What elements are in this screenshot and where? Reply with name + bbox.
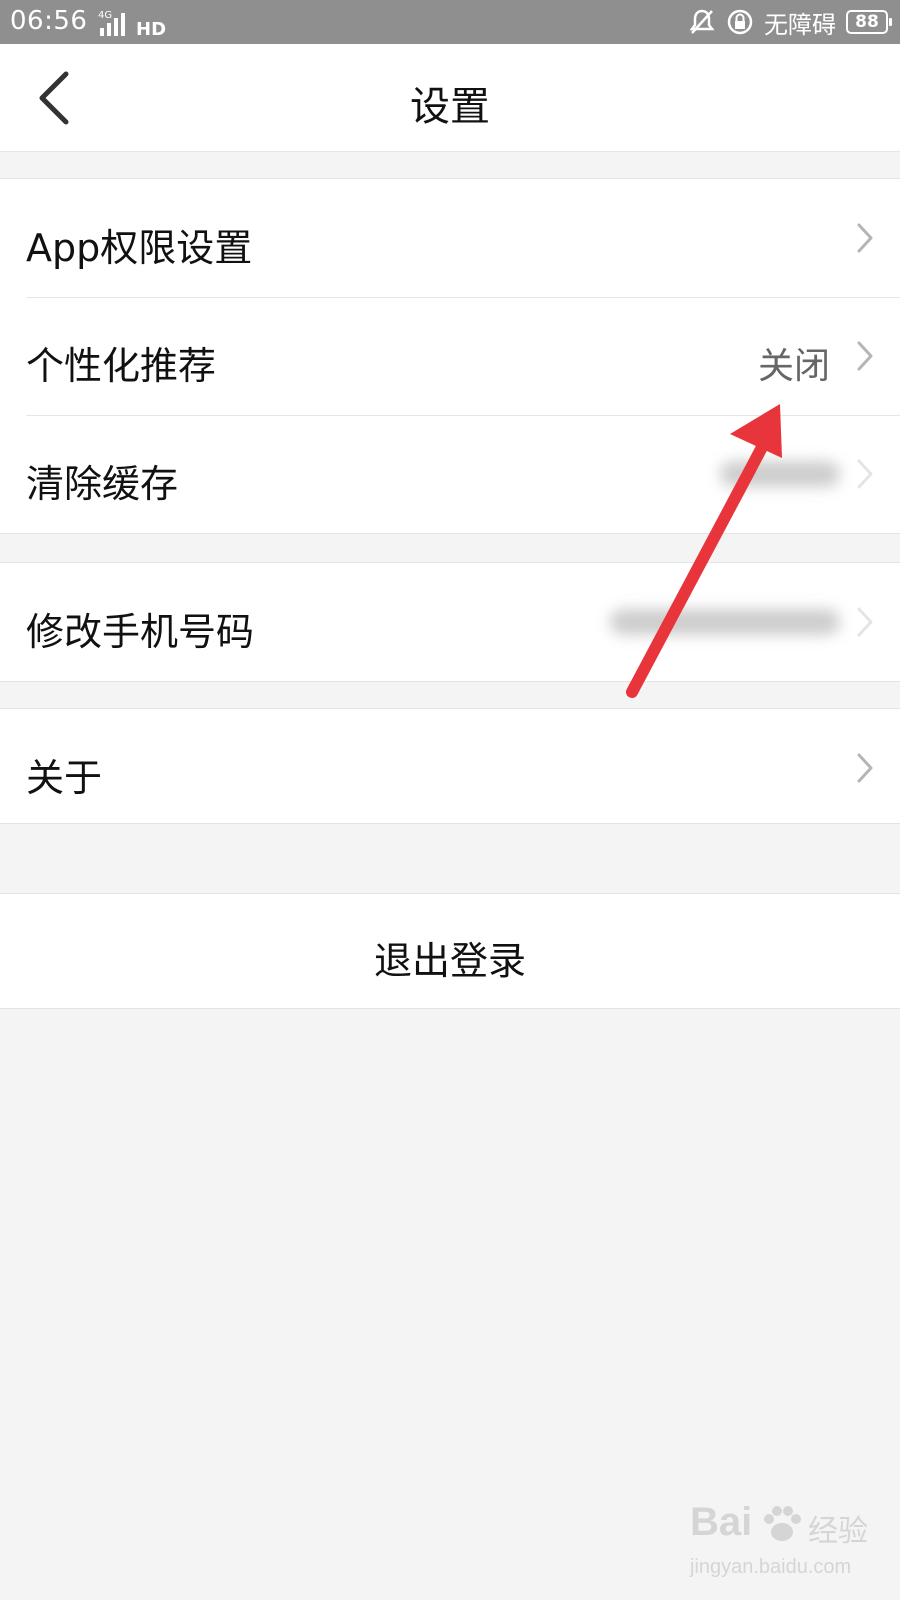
row-value: 关闭	[757, 346, 830, 387]
logout-button[interactable]: 退出登录	[0, 893, 900, 1009]
accessibility-label: 无障碍	[764, 10, 836, 39]
paw-icon	[764, 1506, 801, 1541]
chevron-right-icon	[857, 459, 873, 489]
nav-bar: 设置	[0, 44, 900, 152]
settings-row-clear-cache[interactable]: 清除缓存	[0, 415, 900, 533]
hd-label: HD	[136, 19, 166, 38]
status-time: 06:56	[10, 6, 88, 36]
chevron-right-icon	[857, 607, 873, 637]
watermark-brand: Bai	[690, 1500, 753, 1544]
watermark-logo: Bai 经验 jingyan.baidu.com	[690, 1500, 890, 1590]
status-bar: 06:56 4G HD 无障碍 88	[0, 0, 900, 44]
network-type: 4G	[98, 10, 112, 21]
settings-row-about[interactable]: 关于	[0, 709, 900, 823]
watermark-site: jingyan.baidu.com	[690, 1556, 852, 1578]
settings-group-general: App权限设置 个性化推荐 关闭 清除缓存	[0, 178, 900, 534]
watermark-sub: 经验	[808, 1514, 868, 1549]
blurred-value	[610, 609, 840, 635]
signal-icon: 4G HD	[98, 10, 166, 38]
row-label: App权限设置	[26, 226, 253, 270]
battery-icon: 88	[846, 10, 892, 34]
lock-rotation-icon	[727, 9, 753, 35]
settings-row-personalized-recommendation[interactable]: 个性化推荐 关闭	[0, 297, 900, 415]
chevron-right-icon	[857, 753, 873, 783]
settings-row-change-phone[interactable]: 修改手机号码	[0, 563, 900, 681]
row-label: 清除缓存	[26, 462, 179, 506]
blurred-value	[720, 461, 840, 487]
status-right: 无障碍 88	[688, 6, 892, 39]
chevron-right-icon	[857, 341, 873, 371]
row-label: 关于	[26, 756, 103, 800]
bell-off-icon	[689, 9, 715, 34]
row-label: 修改手机号码	[26, 610, 255, 654]
logout-label: 退出登录	[373, 939, 526, 983]
page-title: 设置	[410, 84, 490, 130]
chevron-right-icon	[857, 223, 873, 253]
settings-row-app-permissions[interactable]: App权限设置	[0, 179, 900, 297]
settings-group-account: 修改手机号码	[0, 562, 900, 682]
row-label: 个性化推荐	[26, 344, 217, 388]
battery-level: 88	[855, 12, 879, 32]
settings-group-about: 关于	[0, 708, 900, 824]
